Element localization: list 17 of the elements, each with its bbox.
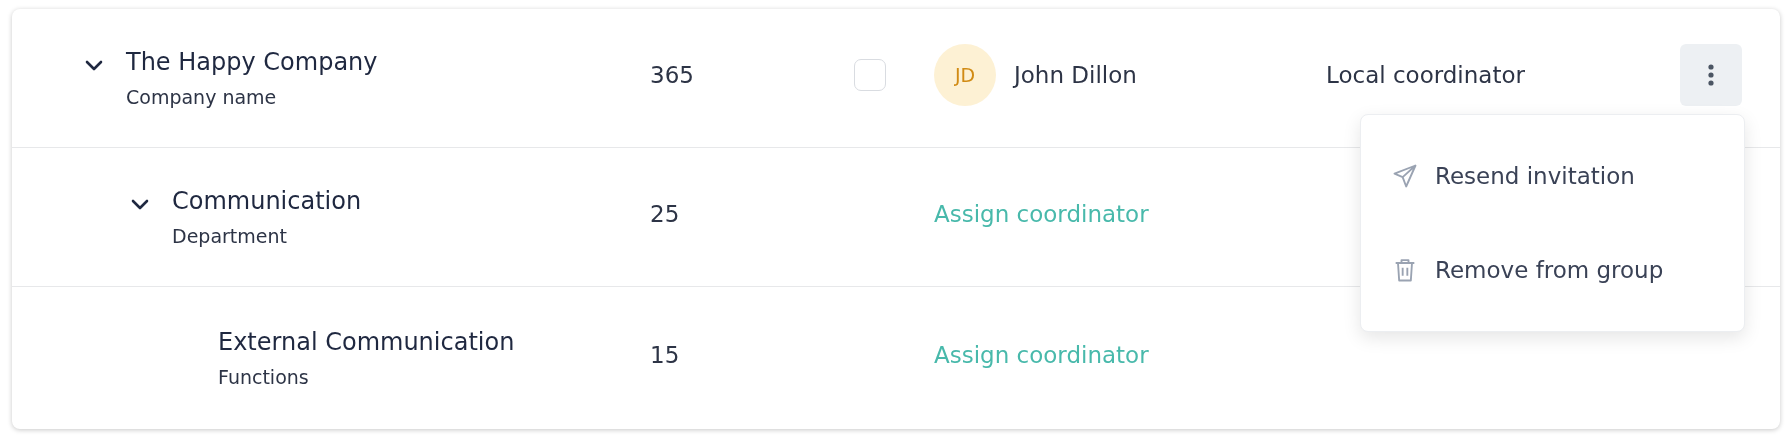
member-count: 25 [650, 201, 680, 227]
unit-name: External Communication [218, 328, 515, 356]
checkbox[interactable] [854, 59, 886, 91]
member-count: 15 [650, 342, 680, 368]
unit-type: Department [172, 225, 288, 247]
coordinator-name: John Dillon [1014, 62, 1137, 88]
unit-type: Company name [126, 86, 278, 108]
unit-type: Functions [218, 366, 310, 388]
menu-item[interactable]: Resend invitation [1361, 129, 1744, 223]
menu-item[interactable]: Remove from group [1361, 223, 1744, 317]
paper-plane-icon [1391, 162, 1419, 190]
role-label: Local coordinator [1326, 62, 1525, 88]
unit-name: Communication [172, 187, 362, 215]
avatar: JD [934, 44, 996, 106]
vertical-dots-icon [1708, 64, 1714, 86]
member-count: 365 [650, 62, 694, 88]
unit-name: The Happy Company [126, 48, 378, 76]
